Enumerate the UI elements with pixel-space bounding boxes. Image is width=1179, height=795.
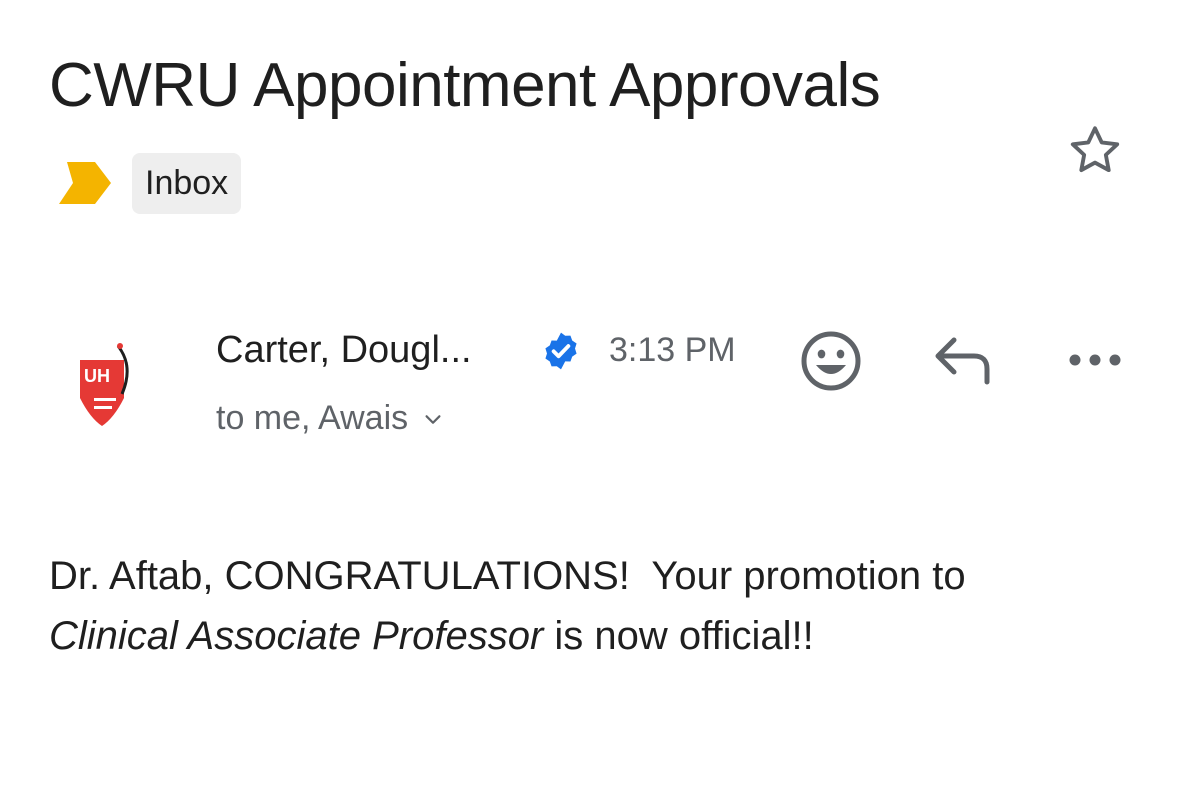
recipients-text: to me, Awais [216, 399, 409, 437]
more-horizontal-icon[interactable] [1066, 346, 1124, 374]
sender-avatar: UH [80, 343, 129, 426]
email-body-line-2-rest: is now official!! [543, 614, 814, 658]
verified-badge-icon [545, 332, 577, 370]
importance-marker-icon [59, 162, 111, 204]
email-body-line-2: Clinical Associate Professor is now offi… [49, 606, 1149, 666]
email-body: Dr. Aftab, CONGRATULATIONS! Your promoti… [49, 546, 1149, 666]
recipients-toggle[interactable]: to me, Awais [216, 396, 444, 440]
email-time: 3:13 PM [609, 331, 736, 369]
avatar-logo-text: UH [84, 366, 110, 386]
promotion-title: Clinical Associate Professor [49, 614, 544, 658]
email-body-line-1: Dr. Aftab, CONGRATULATIONS! Your promoti… [49, 554, 966, 598]
add-reaction-icon[interactable] [798, 328, 864, 394]
chevron-down-icon [425, 415, 441, 424]
reply-icon[interactable] [932, 334, 994, 386]
email-subject: CWRU Appointment Approvals [49, 51, 881, 120]
star-icon[interactable] [1064, 120, 1126, 182]
inbox-label-chip[interactable]: Inbox [132, 153, 242, 214]
sender-name[interactable]: Carter, Dougl... [216, 326, 472, 374]
